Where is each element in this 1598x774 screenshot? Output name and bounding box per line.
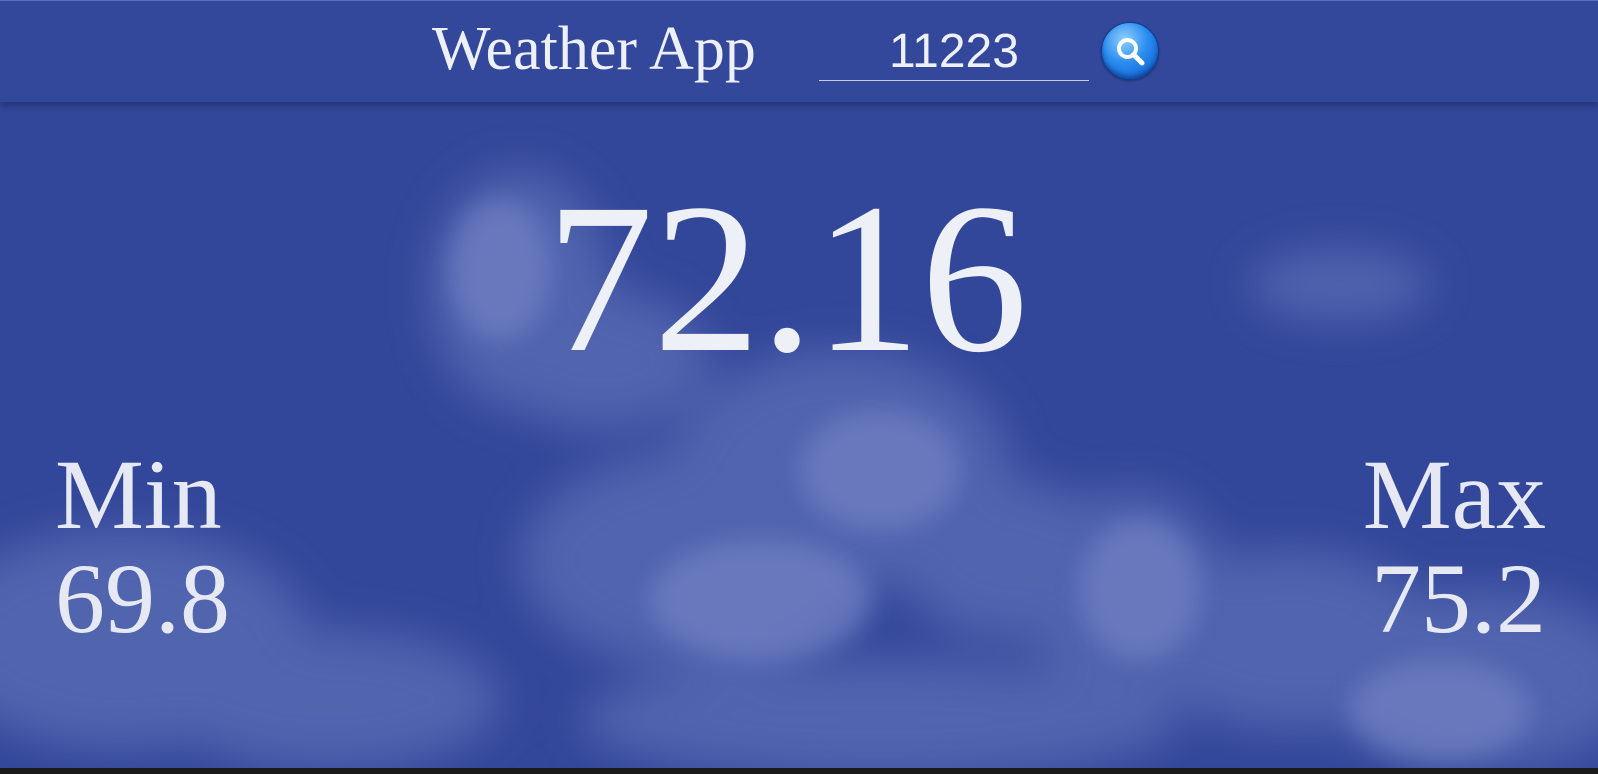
zip-code-input[interactable]: [819, 23, 1089, 81]
bottom-edge: [0, 768, 1598, 774]
max-label: Max: [1362, 439, 1546, 550]
max-value: 75.2: [1371, 543, 1546, 654]
current-temperature: 72.16: [0, 172, 1598, 386]
current-temperature-value: 72.16: [546, 160, 1028, 397]
min-temperature: Min 69.8: [55, 443, 230, 651]
min-label: Min: [55, 439, 222, 550]
search-button[interactable]: [1101, 22, 1159, 80]
max-temperature: Max 75.2: [1363, 443, 1546, 651]
search-icon: [1117, 38, 1145, 66]
min-value: 69.8: [55, 543, 230, 654]
header-bar: Weather App: [0, 0, 1598, 102]
app-title: Weather App: [432, 15, 756, 83]
